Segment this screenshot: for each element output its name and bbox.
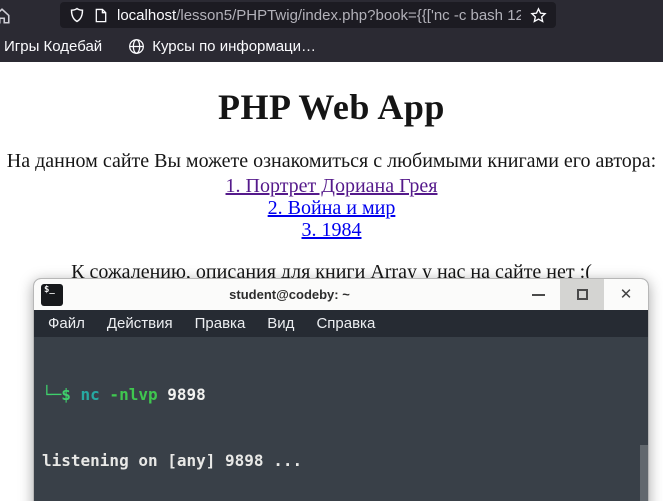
book-list: 1. Портрет Дориана Грея 2. Война и мир 3… bbox=[0, 175, 663, 241]
bookmark-label: Курсы по информаци… bbox=[152, 37, 317, 55]
page-title: PHP Web App bbox=[218, 87, 445, 127]
terminal-window: $_ student@codeby: ~ ✕ Файл Действия Пра… bbox=[33, 278, 649, 501]
book-link-3[interactable]: 3. 1984 bbox=[0, 219, 663, 241]
url-bar[interactable]: localhost/lesson5/PHPTwig/index.php?book… bbox=[60, 2, 556, 28]
address-text[interactable]: localhost/lesson5/PHPTwig/index.php?book… bbox=[117, 7, 521, 24]
terminal-menubar: Файл Действия Правка Вид Справка bbox=[34, 310, 648, 337]
globe-icon bbox=[129, 38, 145, 54]
home-icon[interactable] bbox=[0, 7, 11, 30]
browser-toolbar: localhost/lesson5/PHPTwig/index.php?book… bbox=[0, 0, 663, 30]
page-info-icon[interactable] bbox=[94, 8, 108, 23]
minimize-icon bbox=[531, 293, 545, 296]
bookmark-item-courses[interactable]: Курсы по информаци… bbox=[128, 38, 316, 55]
url-host: localhost bbox=[117, 6, 177, 24]
bookmark-item-kodeby[interactable]: Игры Кодебай bbox=[4, 38, 102, 55]
bookmark-label: Игры Кодебай bbox=[4, 37, 103, 55]
terminal-titlebar[interactable]: $_ student@codeby: ~ ✕ bbox=[34, 279, 648, 310]
intro-text: На данном сайте Вы можете ознакомиться с… bbox=[6, 150, 657, 172]
bookmark-star-icon[interactable] bbox=[530, 6, 547, 24]
menu-edit[interactable]: Правка bbox=[195, 315, 246, 332]
menu-file[interactable]: Файл bbox=[48, 315, 85, 332]
minimize-button[interactable] bbox=[516, 279, 560, 310]
terminal-command-line: └─$ nc -nlvp 9898 bbox=[42, 384, 206, 404]
terminal-output[interactable]: └─$ nc -nlvp 9898 listening on [any] 989… bbox=[34, 337, 648, 501]
shell-prompt: └─$ bbox=[42, 384, 81, 404]
menu-view[interactable]: Вид bbox=[267, 315, 294, 332]
close-icon: ✕ bbox=[619, 286, 633, 303]
url-path: /lesson5/PHPTwig/index.php?book={{['nc -… bbox=[176, 6, 521, 24]
browser-chrome: localhost/lesson5/PHPTwig/index.php?book… bbox=[0, 0, 663, 62]
close-button[interactable]: ✕ bbox=[604, 279, 648, 310]
book-link-1[interactable]: 1. Портрет Дориана Грея bbox=[0, 175, 663, 197]
terminal-line: listening on [any] 9898 ... bbox=[42, 451, 303, 471]
book-link-2[interactable]: 2. Война и мир bbox=[0, 197, 663, 219]
maximize-icon bbox=[576, 289, 588, 300]
menu-help[interactable]: Справка bbox=[316, 315, 375, 332]
shield-permissions-icon[interactable] bbox=[69, 7, 85, 23]
bookmarks-bar: Игры Кодебай Курсы по информаци… bbox=[0, 30, 663, 62]
maximize-button[interactable] bbox=[560, 279, 604, 310]
terminal-title: student@codeby: ~ bbox=[229, 287, 350, 302]
menu-actions[interactable]: Действия bbox=[107, 315, 173, 332]
terminal-app-icon: $_ bbox=[41, 283, 63, 306]
terminal-scrollbar[interactable] bbox=[640, 445, 648, 501]
